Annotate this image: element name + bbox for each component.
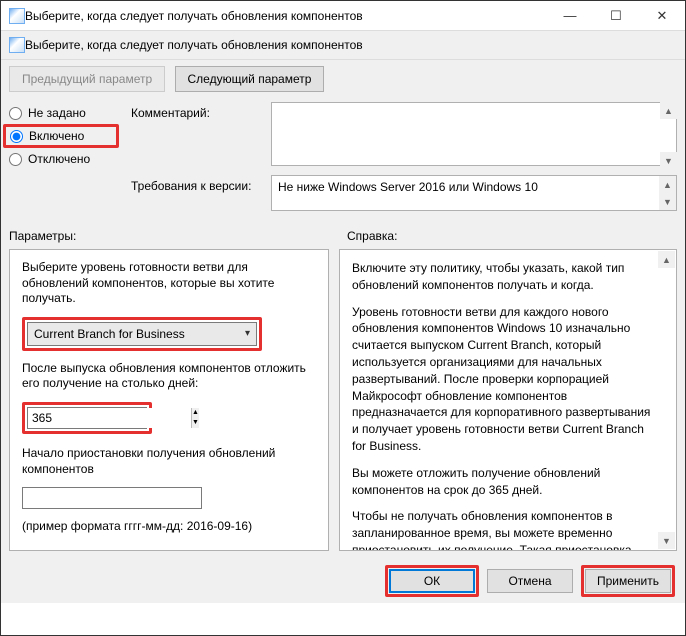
top-grid: Не задано Включено Отключено Комментарий… bbox=[1, 98, 685, 225]
branch-select-value: Current Branch for Business bbox=[34, 327, 185, 341]
defer-days-spinner[interactable]: ▲ ▼ bbox=[27, 407, 147, 429]
pause-prompt: Начало приостановки получения обновлений… bbox=[22, 446, 316, 477]
radio-enabled-input[interactable] bbox=[10, 130, 23, 143]
header: Выберите, когда следует получать обновле… bbox=[1, 31, 685, 60]
maximize-button[interactable]: ☐ bbox=[593, 1, 639, 31]
window-controls: — ☐ ✕ bbox=[547, 1, 685, 31]
pause-hint: (пример формата гггг-мм-дд: 2016-09-16) bbox=[22, 519, 316, 535]
help-content: Включите эту политику, чтобы указать, ка… bbox=[352, 260, 664, 540]
help-p3: Вы можете отложить получение обновлений … bbox=[352, 465, 652, 499]
branch-prompt: Выберите уровень готовности ветви для об… bbox=[22, 260, 316, 307]
prev-setting-button: Предыдущий параметр bbox=[9, 66, 165, 92]
radio-not-configured-input[interactable] bbox=[9, 107, 22, 120]
pause-date-input[interactable] bbox=[22, 487, 202, 509]
policy-icon bbox=[9, 8, 25, 24]
apply-highlight: Применить bbox=[581, 565, 675, 597]
spinner-buttons: ▲ ▼ bbox=[191, 408, 199, 428]
radio-not-configured-label: Не задано bbox=[28, 106, 86, 120]
options-label: Параметры: bbox=[9, 229, 339, 243]
fields-column: Комментарий: ▲ ▼ Требования к версии: Не… bbox=[119, 102, 677, 217]
scroll-down-icon[interactable]: ▼ bbox=[658, 532, 675, 549]
spinner-down-icon[interactable]: ▼ bbox=[192, 418, 199, 428]
help-p2: Уровень готовности ветви для каждого нов… bbox=[352, 304, 652, 455]
state-column: Не задано Включено Отключено bbox=[9, 102, 119, 217]
supported-row: Требования к версии: Не ниже Windows Ser… bbox=[131, 175, 677, 211]
scroll-down-icon[interactable]: ▼ bbox=[659, 193, 676, 210]
branch-highlight: Current Branch for Business ▾ bbox=[22, 317, 262, 351]
help-p1: Включите эту политику, чтобы указать, ка… bbox=[352, 260, 652, 294]
scroll-up-icon[interactable]: ▲ bbox=[658, 251, 675, 268]
ok-button[interactable]: ОК bbox=[389, 569, 475, 593]
supported-box: Не ниже Windows Server 2016 или Windows … bbox=[271, 175, 677, 211]
defer-days-input[interactable] bbox=[28, 408, 191, 428]
scroll-up-icon[interactable]: ▲ bbox=[659, 176, 676, 193]
scroll-up-icon[interactable]: ▲ bbox=[660, 102, 677, 119]
titlebar: Выберите, когда следует получать обновле… bbox=[1, 1, 685, 31]
minimize-button[interactable]: — bbox=[547, 1, 593, 31]
help-label: Справка: bbox=[339, 229, 677, 243]
comment-label: Комментарий: bbox=[131, 102, 271, 120]
radio-disabled-label: Отключено bbox=[28, 152, 90, 166]
comment-row: Комментарий: ▲ ▼ bbox=[131, 102, 677, 169]
radio-not-configured[interactable]: Не задано bbox=[9, 106, 119, 120]
ok-highlight: ОК bbox=[385, 565, 479, 597]
panels: Выберите уровень готовности ветви для об… bbox=[1, 245, 685, 559]
apply-button[interactable]: Применить bbox=[585, 569, 671, 593]
close-button[interactable]: ✕ bbox=[639, 1, 685, 31]
supported-value: Не ниже Windows Server 2016 или Windows … bbox=[278, 180, 538, 194]
cancel-button[interactable]: Отмена bbox=[487, 569, 573, 593]
radio-disabled-input[interactable] bbox=[9, 153, 22, 166]
scroll-down-icon[interactable]: ▼ bbox=[660, 152, 677, 169]
defer-prompt: После выпуска обновления компонентов отл… bbox=[22, 361, 316, 392]
footer: ОК Отмена Применить bbox=[1, 559, 685, 603]
spinner-up-icon[interactable]: ▲ bbox=[192, 408, 199, 418]
comment-input[interactable] bbox=[271, 102, 677, 166]
radio-disabled[interactable]: Отключено bbox=[9, 152, 119, 166]
nav-row: Предыдущий параметр Следующий параметр bbox=[1, 60, 685, 98]
defer-highlight: ▲ ▼ bbox=[22, 402, 152, 434]
radio-enabled-label: Включено bbox=[29, 129, 84, 143]
radio-enabled[interactable]: Включено bbox=[3, 124, 119, 148]
help-panel: Включите эту политику, чтобы указать, ка… bbox=[339, 249, 677, 551]
header-title: Выберите, когда следует получать обновле… bbox=[25, 38, 363, 52]
options-panel: Выберите уровень готовности ветви для об… bbox=[9, 249, 329, 551]
window-title: Выберите, когда следует получать обновле… bbox=[25, 9, 547, 23]
next-setting-button[interactable]: Следующий параметр bbox=[175, 66, 325, 92]
supported-label: Требования к версии: bbox=[131, 175, 271, 193]
chevron-down-icon: ▾ bbox=[245, 328, 250, 339]
branch-select[interactable]: Current Branch for Business ▾ bbox=[27, 322, 257, 346]
section-labels: Параметры: Справка: bbox=[1, 225, 685, 245]
help-p4: Чтобы не получать обновления компонентов… bbox=[352, 508, 652, 551]
policy-icon bbox=[9, 37, 25, 53]
